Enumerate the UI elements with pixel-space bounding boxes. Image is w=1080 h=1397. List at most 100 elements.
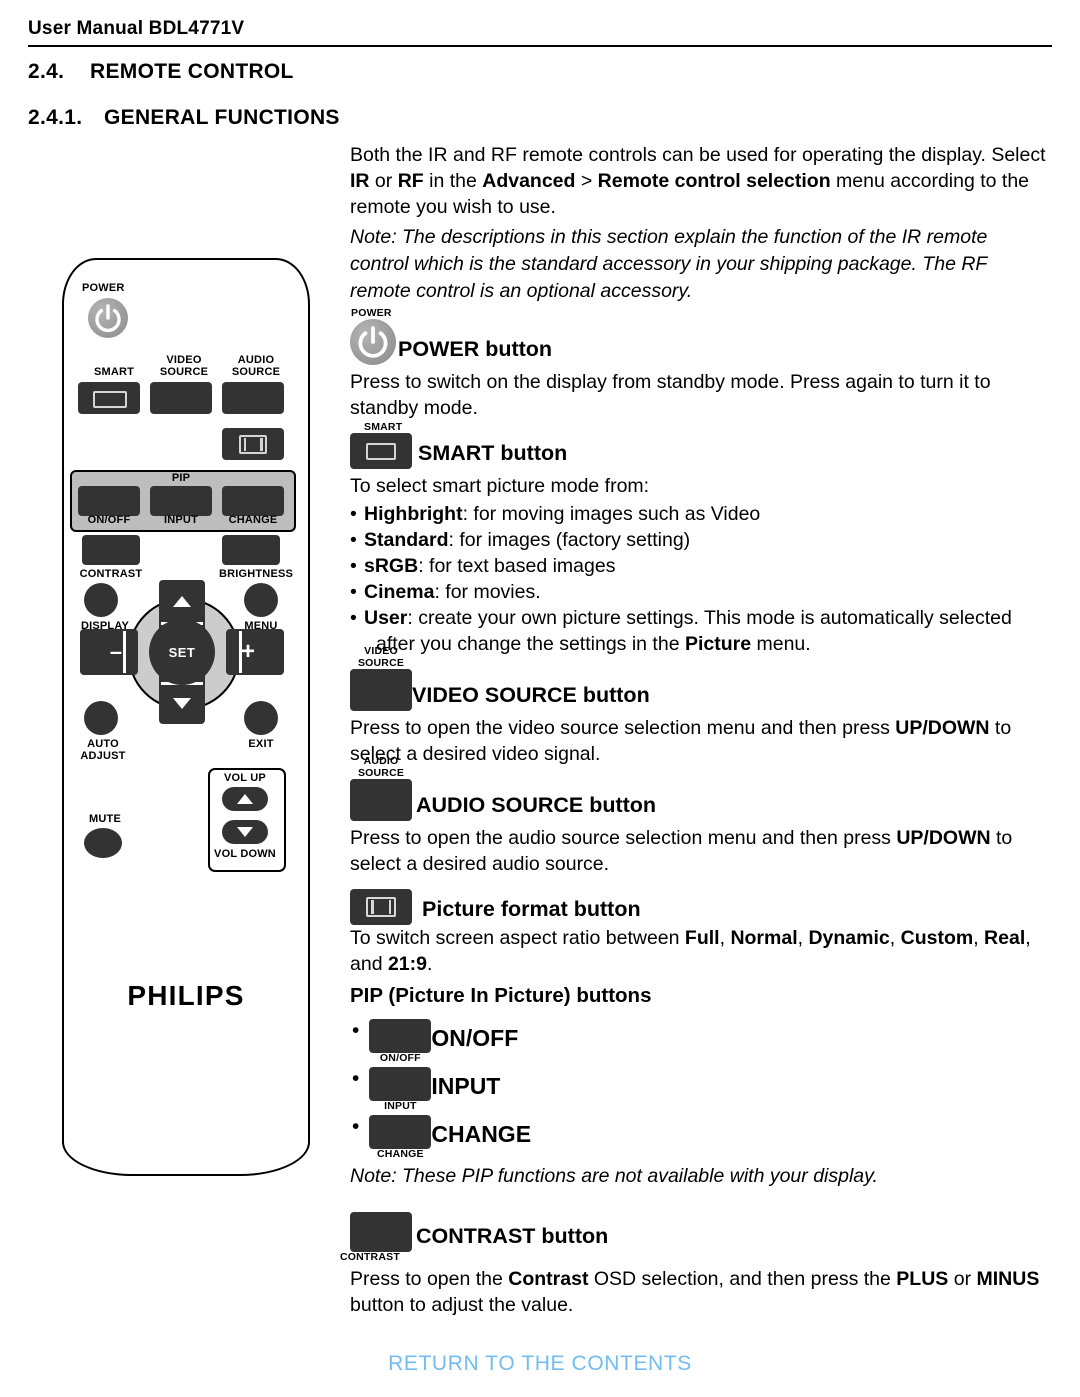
manual-title: User Manual BDL4771V (28, 18, 245, 39)
audio-source-glyph-caption: AUDIO SOURCE (357, 755, 405, 779)
remote-mute-button[interactable] (84, 828, 122, 858)
intro-rf: RF (397, 170, 424, 192)
pip-input-glyph: INPUT (369, 1067, 432, 1112)
remote-brightness-button[interactable] (222, 535, 280, 565)
intro-remote-control-selection: Remote control selection (597, 170, 831, 192)
pip-bullet: • (352, 1115, 360, 1138)
volume-down-icon (237, 827, 253, 837)
remote-smart-button[interactable] (78, 382, 140, 414)
smart-mode-desc: : for moving images such as Video (462, 503, 761, 525)
intro-text-a: Both the IR and RF remote controls can b… (350, 144, 1046, 166)
chevron-up-icon (173, 595, 191, 607)
volume-up-icon (237, 794, 253, 804)
power-button-row: POWER POWER button (350, 307, 1050, 365)
audio-source-button-icon[interactable] (350, 779, 412, 821)
intro-ir: IR (350, 170, 370, 192)
smart-inner-rect (93, 391, 127, 408)
remote-menu-button[interactable] (244, 583, 278, 617)
smart-mode-name: Cinema (364, 581, 435, 603)
remote-plus-button[interactable]: + (226, 629, 284, 675)
remote-pip-onoff-button[interactable] (78, 486, 140, 516)
remote-control-diagram: POWER SMART VIDEO SOURCE AUDIO SOURCE PI… (62, 258, 310, 1176)
audio-source-button-title: AUDIO SOURCE button (416, 794, 656, 822)
pip-onoff-label: ON/OFF (431, 1025, 519, 1051)
remote-contrast-button[interactable] (82, 535, 140, 565)
contrast-button-icon[interactable] (350, 1212, 412, 1252)
remote-vol-down-button[interactable] (222, 820, 268, 844)
remote-label-auto-adjust: AUTO ADJUST (80, 738, 126, 762)
return-to-contents-link[interactable]: RETURN TO THE CONTENTS (0, 1352, 1080, 1376)
pip-input-label: INPUT (431, 1073, 501, 1099)
remote-picture-format-button[interactable] (222, 428, 284, 460)
video-source-button-icon[interactable] (350, 669, 412, 711)
remote-minus-label: – (109, 639, 123, 664)
smart-title-rest: button (494, 440, 568, 465)
remote-audio-source-button[interactable] (222, 382, 284, 414)
remote-display-button[interactable] (84, 583, 118, 617)
remote-label-pip-change: CHANGE (228, 514, 278, 526)
video-source-title-rest: button (576, 682, 650, 707)
pip-bullet: • (352, 1067, 360, 1090)
remote-exit-button[interactable] (244, 701, 278, 735)
remote-power-button[interactable] (88, 298, 128, 338)
contrast-title-rest: button (535, 1223, 609, 1248)
pip-input-button-icon[interactable] (369, 1067, 432, 1101)
intro-paragraph: Both the IR and RF remote controls can b… (350, 142, 1050, 220)
smart-user-cont-c: menu. (751, 633, 811, 655)
audio-source-desc-a: Press to open the audio source selection… (350, 827, 897, 849)
smart-mode-name: Highbright (364, 503, 463, 525)
pip-change-caption: CHANGE (377, 1148, 424, 1160)
power-button-icon-bg[interactable] (350, 319, 396, 365)
smart-user-picture: Picture (684, 633, 752, 655)
audio-source-glyph: AUDIO SOURCE (350, 755, 412, 821)
power-title-bold: POWER (398, 336, 480, 361)
video-source-description: Press to open the video source selection… (350, 715, 1050, 767)
smart-lead: To select smart picture mode from: (350, 475, 650, 497)
pip-onoff-row: • ON/OFF ON/OFF (350, 1019, 1050, 1064)
pip-note: Note: These PIP functions are not availa… (350, 1165, 878, 1187)
picture-format-button-row: Picture format button (350, 889, 1050, 925)
smart-mode-name: Standard (364, 529, 449, 551)
remote-pip-input-button[interactable] (150, 486, 212, 516)
contrast-description: Press to open the Contrast OSD selection… (350, 1266, 1050, 1318)
remote-label-video-source: VIDEO SOURCE (159, 354, 209, 378)
header-divider (28, 45, 1052, 47)
intro-note: Note: The descriptions in this section e… (350, 226, 988, 302)
pip-change-glyph: CHANGE (369, 1115, 432, 1160)
section-title-2-4-1: GENERAL FUNCTIONS (104, 106, 340, 129)
philips-logo: PHILIPS (127, 980, 245, 1011)
remote-plus-split (239, 631, 242, 673)
pf-opt-full: Full (684, 927, 720, 949)
video-source-button-title: VIDEO SOURCE button (412, 682, 650, 712)
pf-opt-normal: Normal (730, 927, 798, 949)
remote-video-source-button[interactable] (150, 382, 212, 414)
remote-minus-split (123, 631, 126, 673)
pip-onoff-button-icon[interactable] (369, 1019, 432, 1053)
section-heading-2-4-1: 2.4.1. GENERAL FUNCTIONS (28, 106, 340, 130)
picture-format-icon (239, 434, 267, 454)
picture-format-button-icon[interactable] (350, 889, 412, 925)
picture-format-title-rest: button (567, 896, 641, 921)
audio-source-description: Press to open the audio source selection… (350, 825, 1050, 877)
video-source-updown: UP/DOWN (895, 717, 990, 739)
remote-label-pip: PIP (171, 472, 191, 484)
pip-change-button-icon[interactable] (369, 1115, 432, 1149)
remote-label-audio-source: AUDIO SOURCE (231, 354, 281, 378)
remote-auto-adjust-button[interactable] (84, 701, 118, 735)
pf-opt-custom: Custom (900, 927, 974, 949)
remote-vol-up-button[interactable] (222, 787, 268, 811)
remote-minus-button[interactable]: – (80, 629, 138, 675)
remote-label-mute: MUTE (89, 813, 121, 825)
remote-pip-change-button[interactable] (222, 486, 284, 516)
section-number-2-4: 2.4. (28, 60, 65, 83)
pip-change-row: • CHANGE CHANGE (350, 1115, 1050, 1160)
audio-source-updown: UP/DOWN (896, 827, 991, 849)
list-item: Highbright: for moving images such as Vi… (350, 501, 1050, 527)
pip-bullet: • (352, 1019, 360, 1042)
smart-button-title: SMART button (418, 440, 568, 470)
power-glyph: POWER (350, 307, 396, 365)
picture-format-glyph (350, 889, 412, 925)
remote-set-button[interactable]: SET (149, 619, 215, 685)
smart-button-icon[interactable] (350, 433, 412, 469)
remote-label-pip-input: INPUT (164, 514, 198, 526)
